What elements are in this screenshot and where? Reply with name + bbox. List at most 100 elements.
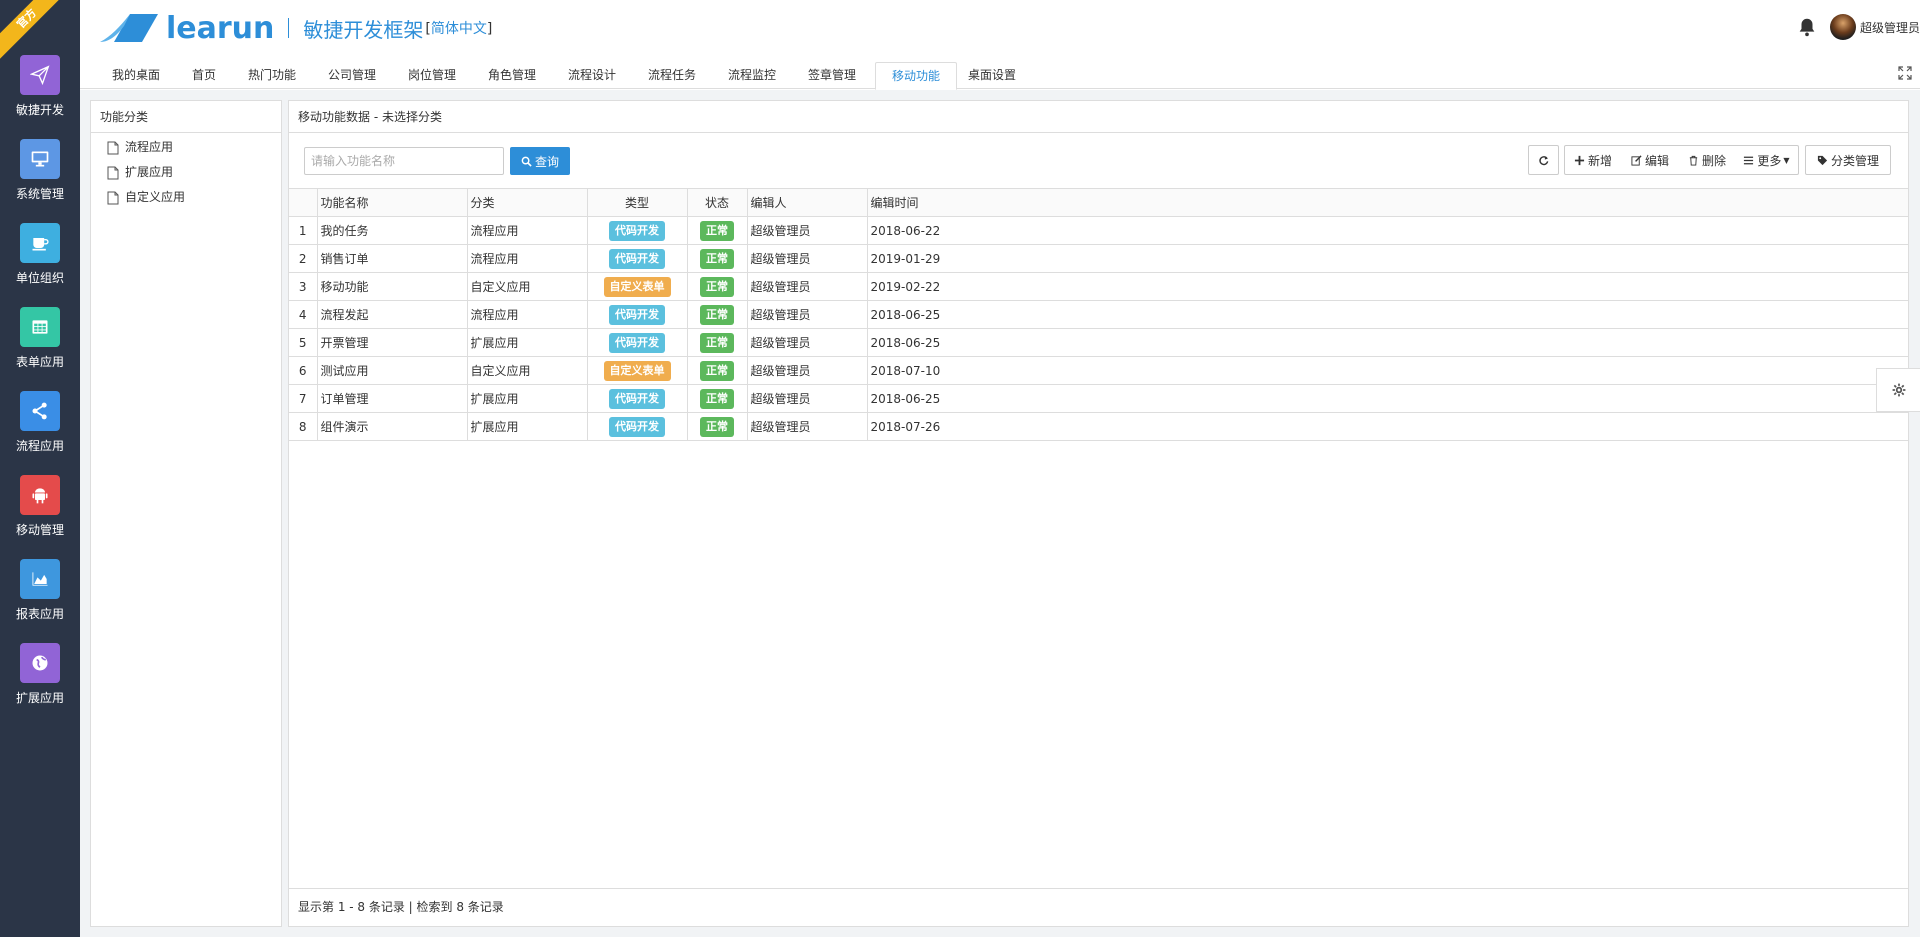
settings-float-button[interactable]	[1876, 368, 1920, 412]
table-row[interactable]: 2 销售订单 流程应用 代码开发 正常 超级管理员 2019-01-29	[289, 244, 1908, 273]
sidebar-item-mobile[interactable]: 移动管理	[0, 475, 80, 538]
tab-popular[interactable]: 热门功能	[232, 62, 312, 89]
tab-mobile-function[interactable]: 移动功能	[875, 62, 958, 90]
sidebar-item-label: 报表应用	[15, 607, 64, 621]
language-switch[interactable]: [简体中文]	[425, 18, 492, 38]
status-badge: 正常	[700, 220, 734, 241]
category-manage-button[interactable]: 分类管理	[1805, 145, 1891, 175]
tab-company[interactable]: 公司管理	[312, 62, 392, 89]
search-input[interactable]	[304, 147, 504, 175]
category-panel-title: 功能分类	[91, 101, 281, 133]
category-item-label: 扩展应用	[125, 165, 174, 179]
cell-category: 扩展应用	[466, 412, 588, 441]
cell-category: 扩展应用	[466, 384, 588, 413]
cell-name: 销售订单	[316, 244, 468, 273]
cell-time: 2018-07-10	[866, 356, 1908, 385]
cell-name: 测试应用	[316, 356, 468, 385]
table-row[interactable]: 8 组件演示 扩展应用 代码开发 正常 超级管理员 2018-07-26	[289, 412, 1908, 441]
sidebar-item-agile-dev[interactable]: 敏捷开发	[0, 55, 80, 118]
sidebar-item-extensions[interactable]: 扩展应用	[0, 643, 80, 706]
tab-flow-task[interactable]: 流程任务	[632, 62, 712, 89]
fullscreen-icon[interactable]	[1898, 66, 1912, 80]
status-badge: 正常	[700, 276, 734, 297]
avatar[interactable]	[1829, 14, 1856, 40]
pagination-info: 显示第 1 - 8 条记录 | 检索到 8 条记录	[289, 888, 1908, 926]
tab-my-desktop[interactable]: 我的桌面	[96, 62, 176, 89]
column-header-type[interactable]: 类型	[586, 188, 688, 217]
more-button[interactable]: 更多 ▼	[1735, 145, 1799, 175]
user-area: 超级管理员	[1796, 14, 1920, 40]
category-item[interactable]: 扩展应用	[91, 160, 281, 185]
refresh-icon	[1539, 155, 1549, 165]
more-button-label: 更多	[1757, 153, 1782, 168]
table-header-row: 功能名称 分类 类型 状态 编辑人 编辑时间	[289, 188, 1908, 217]
cell-name: 组件演示	[316, 412, 468, 441]
category-item[interactable]: 自定义应用	[91, 185, 281, 210]
tab-home[interactable]: 首页	[176, 62, 232, 89]
row-index: 8	[289, 412, 318, 441]
table-row[interactable]: 4 流程发起 流程应用 代码开发 正常 超级管理员 2018-06-25	[289, 300, 1908, 329]
sidebar-item-system[interactable]: 系统管理	[0, 139, 80, 202]
row-index: 6	[289, 356, 318, 385]
status-badge: 正常	[700, 416, 734, 437]
tab-flow-monitor[interactable]: 流程监控	[712, 62, 792, 89]
column-header-time[interactable]: 编辑时间	[866, 188, 1908, 217]
sidebar-item-reports[interactable]: 报表应用	[0, 559, 80, 622]
tab-signature[interactable]: 签章管理	[792, 62, 872, 89]
table-row[interactable]: 1 我的任务 流程应用 代码开发 正常 超级管理员 2018-06-22	[289, 216, 1908, 245]
tab-flow-design[interactable]: 流程设计	[552, 62, 632, 89]
column-header-status[interactable]: 状态	[686, 188, 748, 217]
table-row[interactable]: 3 移动功能 自定义应用 自定义表单 正常 超级管理员 2019-02-22	[289, 272, 1908, 301]
row-index: 5	[289, 328, 318, 357]
status-badge: 正常	[700, 388, 734, 409]
add-button[interactable]: 新增	[1564, 145, 1622, 175]
tab-desktop-settings[interactable]: 桌面设置	[952, 62, 1032, 89]
edit-button[interactable]: 编辑	[1621, 145, 1680, 175]
cell-name: 开票管理	[316, 328, 468, 357]
category-item[interactable]: 流程应用	[91, 135, 281, 160]
sidebar-item-forms[interactable]: 表单应用	[0, 307, 80, 370]
type-badge: 代码开发	[609, 248, 665, 269]
tab-position[interactable]: 岗位管理	[392, 62, 472, 89]
cell-name: 流程发起	[316, 300, 468, 329]
main-panel-title: 移动功能数据 - 未选择分类	[289, 101, 1908, 133]
monitor-icon	[20, 139, 60, 179]
cell-name: 订单管理	[316, 384, 468, 413]
column-header-category[interactable]: 分类	[466, 188, 588, 217]
type-badge: 代码开发	[609, 332, 665, 353]
type-badge: 自定义表单	[603, 276, 671, 297]
delete-button[interactable]: 删除	[1679, 145, 1736, 175]
sidebar-item-label: 扩展应用	[15, 691, 64, 705]
status-badge: 正常	[700, 332, 734, 353]
table-row[interactable]: 7 订单管理 扩展应用 代码开发 正常 超级管理员 2018-06-25	[289, 384, 1908, 413]
bell-icon[interactable]	[1796, 16, 1818, 38]
cell-category: 流程应用	[466, 244, 588, 273]
table-row[interactable]: 6 测试应用 自定义应用 自定义表单 正常 超级管理员 2018-07-10	[289, 356, 1908, 385]
file-icon	[107, 191, 119, 204]
caret-down-icon: ▼	[1783, 155, 1790, 165]
left-sidebar: 官方 敏捷开发 系统管理 单位组织 表单应用 流程应用 移动管理 报表应用 扩展…	[0, 0, 80, 937]
refresh-button[interactable]	[1528, 145, 1559, 175]
cell-editor: 超级管理员	[746, 328, 868, 357]
column-header-name[interactable]: 功能名称	[316, 188, 468, 217]
tab-role[interactable]: 角色管理	[472, 62, 552, 89]
status-badge: 正常	[700, 360, 734, 381]
user-name[interactable]: 超级管理员	[1860, 19, 1920, 36]
cell-time: 2018-06-25	[866, 384, 1908, 413]
row-index: 4	[289, 300, 318, 329]
category-manage-button-label: 分类管理	[1830, 153, 1879, 168]
edit-button-label: 编辑	[1644, 153, 1669, 168]
cell-category: 自定义应用	[466, 272, 588, 301]
plus-icon	[1574, 155, 1585, 165]
language-label: 简体中文	[430, 21, 487, 37]
app-logo[interactable]: learun 敏捷开发框架 [简体中文]	[100, 11, 492, 46]
sidebar-item-workflow[interactable]: 流程应用	[0, 391, 80, 454]
query-button[interactable]: 查询	[510, 147, 570, 175]
sidebar-item-org[interactable]: 单位组织	[0, 223, 80, 286]
column-header-editor[interactable]: 编辑人	[746, 188, 868, 217]
table-row[interactable]: 5 开票管理 扩展应用 代码开发 正常 超级管理员 2018-06-25	[289, 328, 1908, 357]
type-badge: 代码开发	[609, 388, 665, 409]
sidebar-item-label: 敏捷开发	[15, 103, 64, 117]
cell-name: 移动功能	[316, 272, 468, 301]
tab-bar: 我的桌面 首页 热门功能 公司管理 岗位管理 角色管理 流程设计 流程任务 流程…	[80, 58, 1920, 90]
